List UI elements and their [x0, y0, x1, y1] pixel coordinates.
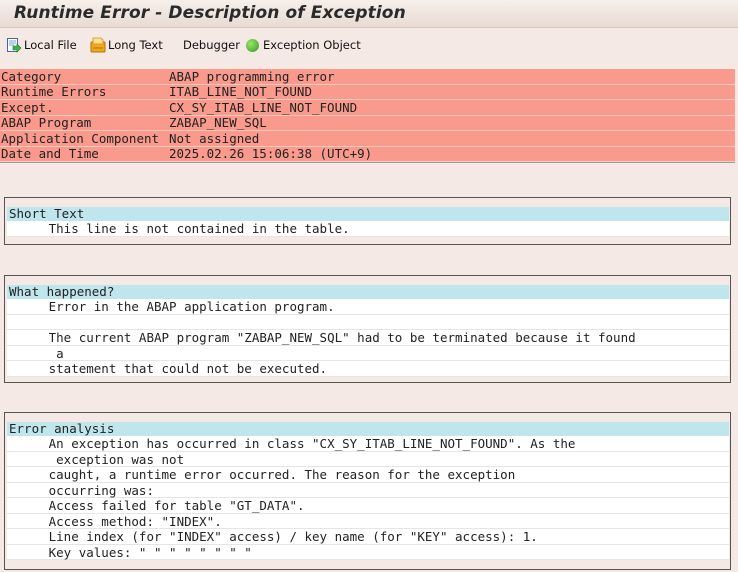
header-row: Except. CX_SY_ITAB_LINE_NOT_FOUND	[0, 100, 735, 116]
window-title: Runtime Error - Description of Exception	[14, 3, 406, 23]
what-happened-heading: What happened?	[7, 285, 729, 299]
header-value: Not assigned	[169, 130, 260, 146]
short-text-heading: Short Text	[7, 207, 729, 221]
error-analysis-line: An exception has occurred in class "CX_S…	[7, 436, 729, 452]
header-value: ABAP programming error	[169, 68, 335, 84]
title-bar: Runtime Error - Description of Exception	[0, 0, 738, 28]
header-value: CX_SY_ITAB_LINE_NOT_FOUND	[169, 99, 358, 115]
error-analysis-line: occurring was:	[7, 482, 729, 498]
error-analysis-heading: Error analysis	[7, 422, 729, 436]
what-happened-line: Error in the ABAP application program.	[7, 299, 729, 315]
header-row: Date and Time 2025.02.26 15:06:38 (UTC+9…	[0, 146, 735, 162]
exception-object-icon	[246, 38, 259, 52]
error-analysis-section: Error analysis An exception has occurred…	[4, 412, 731, 570]
long-text-label: Long Text	[108, 38, 163, 52]
what-happened-section: What happened? Error in the ABAP applica…	[4, 275, 731, 383]
debugger-label: Debugger	[183, 38, 240, 52]
header-row: Runtime Errors ITAB_LINE_NOT_FOUND	[0, 84, 735, 100]
debugger-button[interactable]: Debugger	[183, 35, 240, 55]
error-analysis-line: Line index (for "INDEX" access) / key na…	[7, 529, 729, 545]
short-text-line: This line is not contained in the table.	[7, 221, 729, 237]
header-label: Except.	[1, 99, 54, 115]
header-row: ABAP Program ZABAP_NEW_SQL	[0, 115, 735, 131]
error-header-table: Category ABAP programming error Runtime …	[0, 69, 735, 163]
toolbar: Local File Long Text Debugger Exception …	[0, 33, 738, 57]
short-text-section: Short Text This line is not contained in…	[4, 197, 731, 245]
what-happened-line: a	[7, 345, 729, 361]
error-analysis-line: Access method: "INDEX".	[7, 513, 729, 529]
what-happened-line	[7, 314, 729, 330]
exception-object-button[interactable]: Exception Object	[246, 35, 361, 55]
header-value: ZABAP_NEW_SQL	[169, 115, 267, 131]
header-row: Category ABAP programming error	[0, 69, 735, 85]
header-label: Runtime Errors	[1, 84, 107, 100]
local-file-icon	[6, 37, 22, 53]
error-analysis-line: Key values: " " " " " " " "	[7, 544, 729, 560]
header-label: Application Component	[1, 130, 160, 146]
header-value: ITAB_LINE_NOT_FOUND	[169, 84, 312, 100]
long-text-icon	[90, 37, 106, 53]
error-analysis-line: caught, a runtime error occurred. The re…	[7, 467, 729, 483]
error-analysis-line: Access failed for table "GT_DATA".	[7, 498, 729, 514]
local-file-label: Local File	[24, 38, 77, 52]
header-row: Application Component Not assigned	[0, 131, 735, 147]
what-happened-line: statement that could not be executed.	[7, 361, 729, 377]
header-label: ABAP Program	[1, 115, 92, 131]
header-label: Date and Time	[1, 146, 99, 162]
header-label: Category	[1, 68, 62, 84]
header-value: 2025.02.26 15:06:38 (UTC+9)	[169, 146, 373, 162]
local-file-button[interactable]: Local File	[6, 35, 77, 55]
error-analysis-line: exception was not	[7, 451, 729, 467]
exception-object-label: Exception Object	[263, 38, 361, 52]
what-happened-line: The current ABAP program "ZABAP_NEW_SQL"…	[7, 330, 729, 346]
long-text-button[interactable]: Long Text	[90, 35, 163, 55]
